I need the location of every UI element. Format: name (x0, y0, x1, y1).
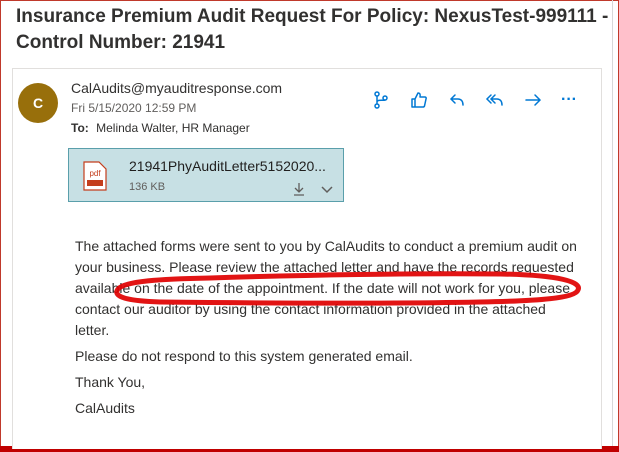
body-paragraph: Please do not respond to this system gen… (75, 348, 413, 364)
sender-address[interactable]: CalAudits@myauditresponse.com (71, 80, 282, 96)
attachment-size: 136 KB (129, 181, 166, 193)
recipient-name[interactable]: Melinda Walter, HR Manager (96, 121, 250, 135)
pdf-icon: pdf (83, 161, 107, 191)
attachment-card[interactable]: pdf 21941PhyAuditLetter5152020... 136 KB (68, 148, 344, 202)
download-icon[interactable] (291, 181, 307, 197)
closing-line: Thank You, (75, 374, 146, 390)
branch-icon[interactable] (370, 89, 392, 111)
body-paragraph: The attached forms were sent to you by C… (75, 238, 577, 338)
reply-icon[interactable] (446, 89, 468, 111)
sent-date: Fri 5/15/2020 12:59 PM (71, 101, 197, 115)
message-body: The attached forms were sent to you by C… (75, 236, 580, 419)
forward-icon[interactable] (522, 89, 544, 111)
divider (612, 0, 613, 452)
avatar[interactable]: C (18, 83, 58, 123)
more-icon[interactable]: ··· (558, 89, 580, 111)
like-icon[interactable] (408, 89, 430, 111)
signature: CalAudits (75, 400, 135, 416)
attachment-filename[interactable]: 21941PhyAuditLetter5152020... (129, 158, 326, 174)
email-subject: Insurance Premium Audit Request For Poli… (16, 6, 609, 53)
recipient-row: To: Melinda Walter, HR Manager (71, 121, 250, 135)
reply-all-icon[interactable] (484, 89, 506, 111)
pdf-icon-label: pdf (89, 169, 101, 178)
to-label: To: (71, 121, 89, 135)
chevron-down-icon[interactable] (319, 181, 335, 197)
